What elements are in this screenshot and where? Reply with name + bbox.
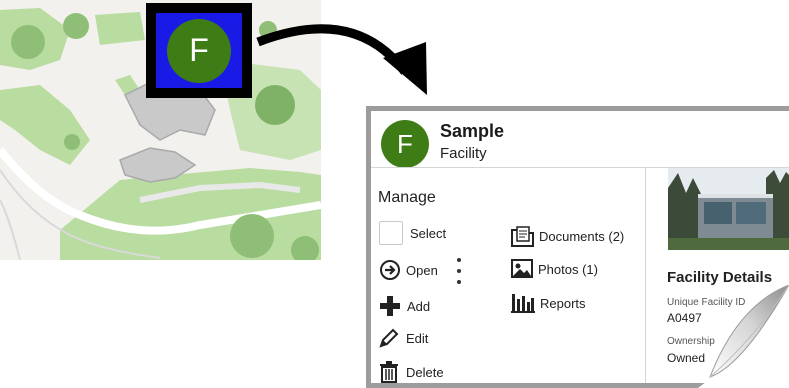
open-label: Open xyxy=(406,262,438,278)
select-checkbox[interactable] xyxy=(379,221,403,245)
documents-action[interactable]: Documents (2) xyxy=(511,225,624,247)
add-action[interactable]: Add xyxy=(379,295,430,317)
photos-label: Photos (1) xyxy=(538,261,598,277)
photos-action[interactable]: Photos (1) xyxy=(511,259,598,279)
trash-icon xyxy=(379,361,399,383)
delete-label: Delete xyxy=(406,364,444,380)
unique-id-value: A0497 xyxy=(667,311,702,325)
facility-photo[interactable] xyxy=(668,168,789,250)
edit-label: Edit xyxy=(406,330,429,346)
reports-label: Reports xyxy=(540,295,586,311)
delete-action[interactable]: Delete xyxy=(379,361,444,383)
select-action[interactable]: Select xyxy=(379,221,446,245)
page-curl xyxy=(698,285,789,388)
facility-subtitle: Facility xyxy=(440,145,487,162)
column-divider xyxy=(645,168,646,383)
folder-document-icon xyxy=(511,225,535,247)
photo-icon xyxy=(511,259,533,279)
pencil-icon xyxy=(379,328,399,348)
arrow-circle-right-icon xyxy=(379,259,401,281)
facility-avatar: F xyxy=(381,120,429,168)
manage-heading: Manage xyxy=(378,189,436,206)
select-label: Select xyxy=(410,225,447,241)
bar-chart-icon xyxy=(511,293,535,313)
documents-label: Documents (2) xyxy=(539,228,625,244)
reports-action[interactable]: Reports xyxy=(511,293,586,313)
facility-title: Sample xyxy=(440,121,505,141)
add-label: Add xyxy=(407,298,431,314)
facility-details-heading: Facility Details xyxy=(667,269,773,286)
plus-icon xyxy=(379,295,401,317)
edit-action[interactable]: Edit xyxy=(379,328,428,348)
open-action[interactable]: Open xyxy=(379,259,438,281)
more-options-icon[interactable] xyxy=(456,258,462,284)
